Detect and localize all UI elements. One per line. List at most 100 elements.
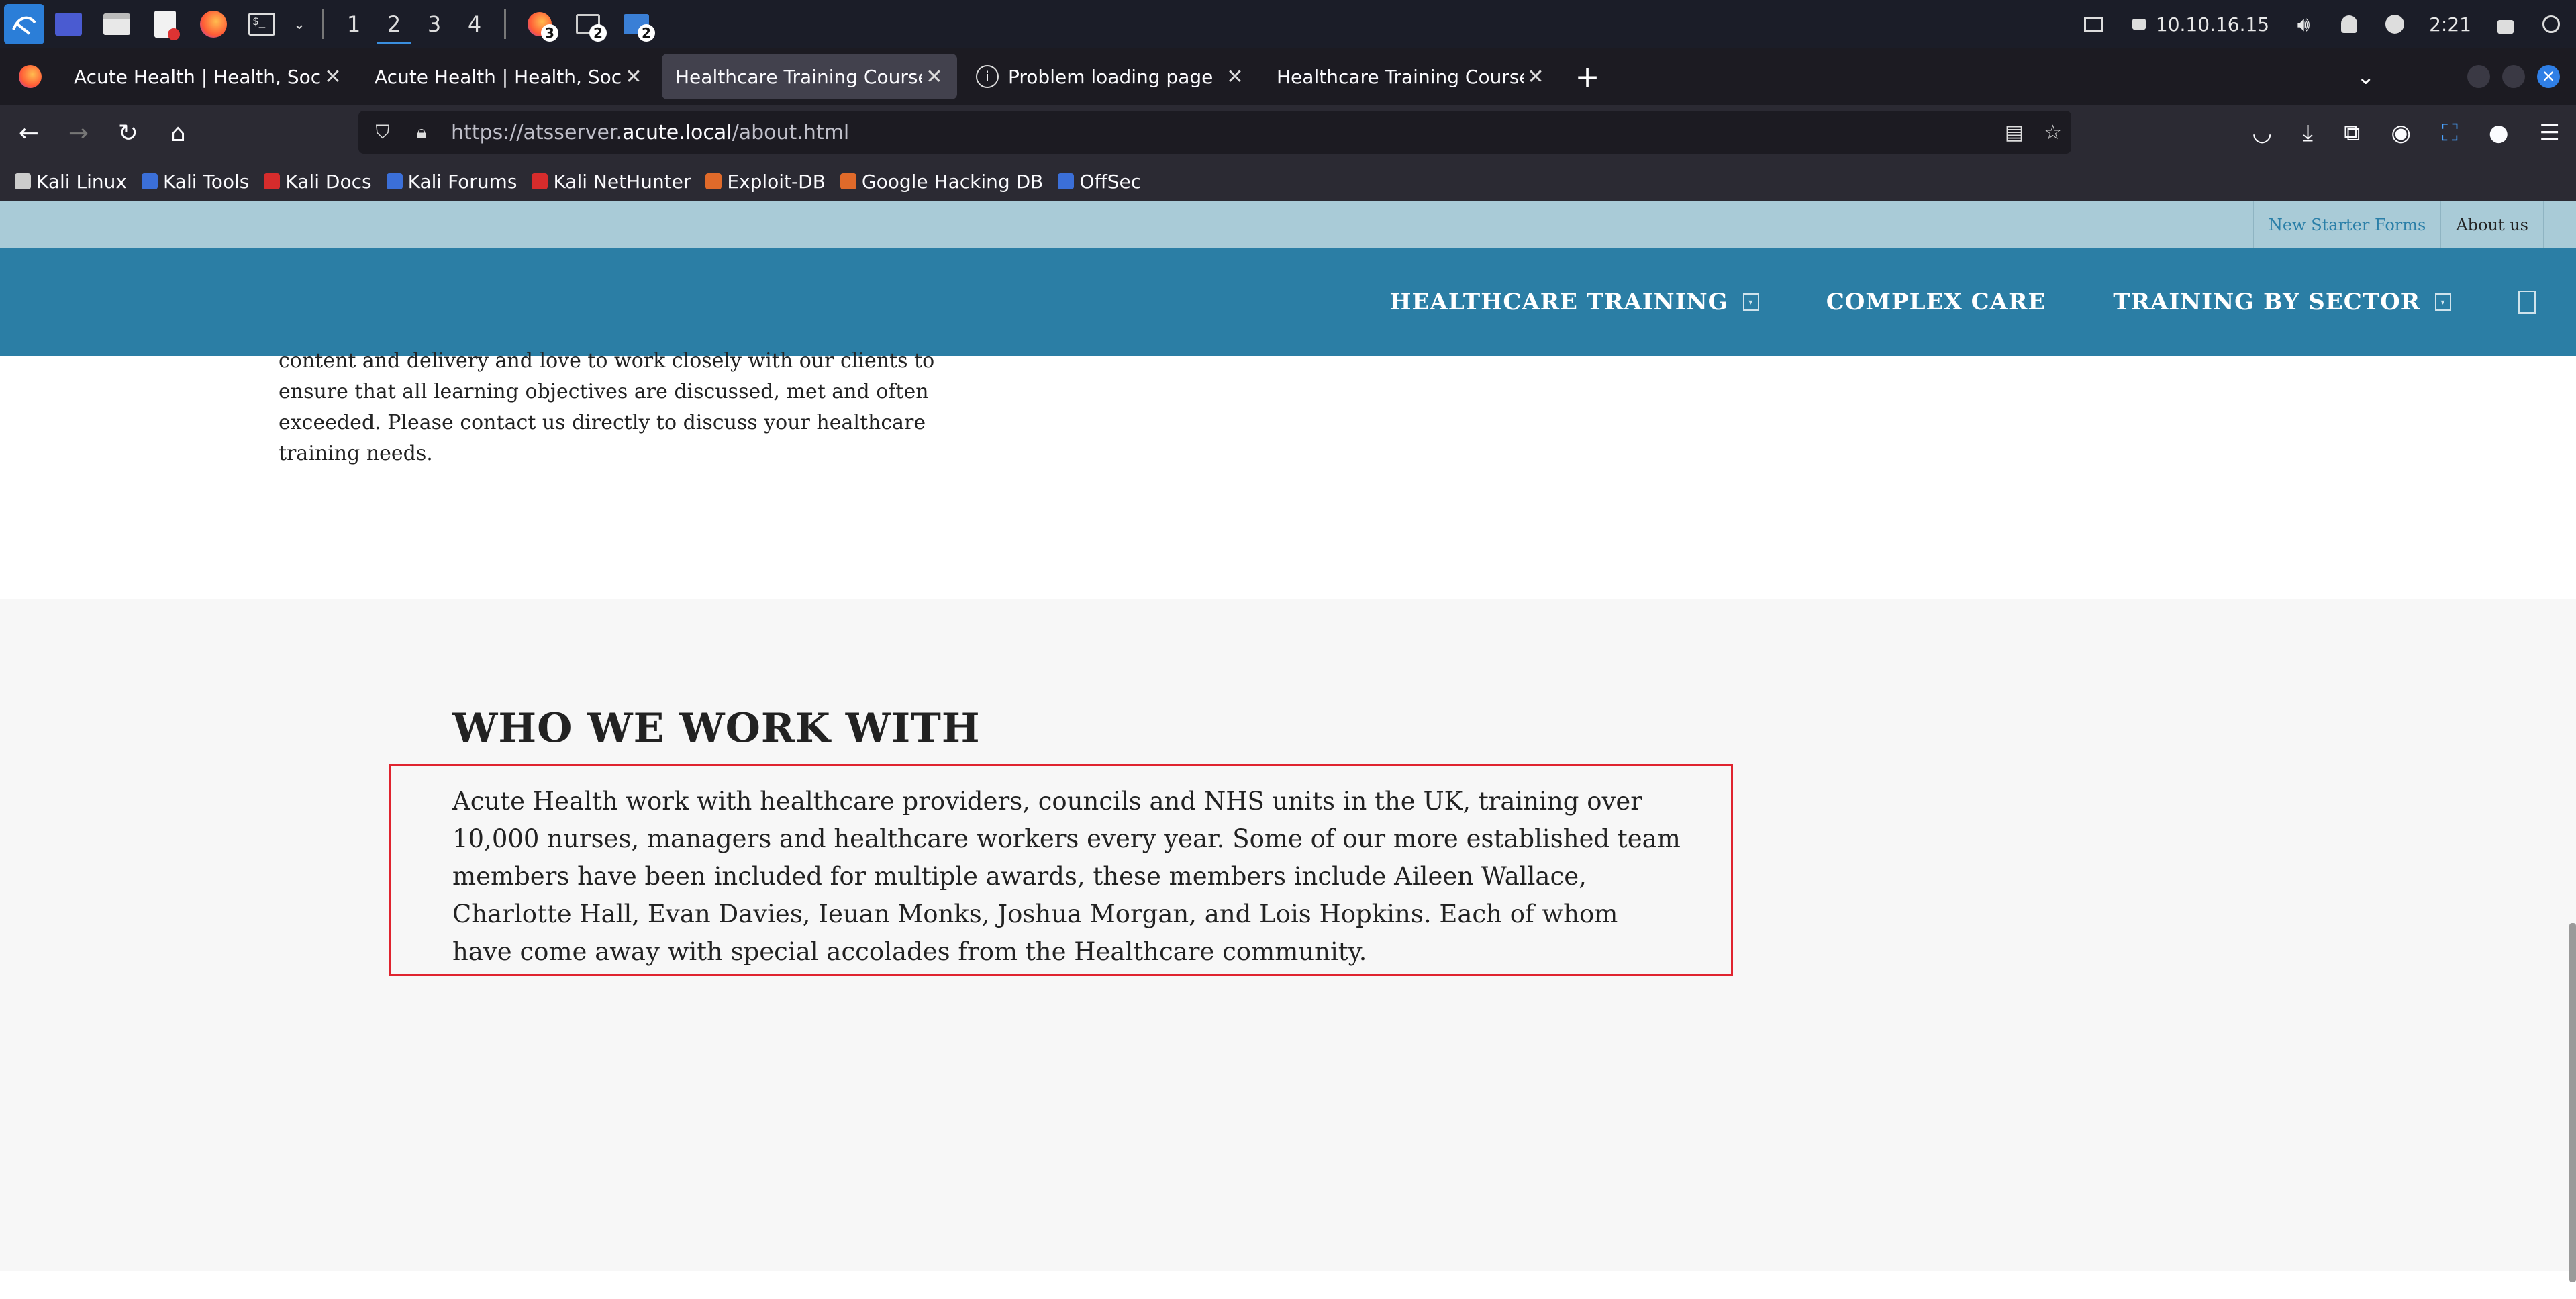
window-count-badge: 2: [638, 24, 655, 42]
pocket-icon[interactable]: ◡: [2252, 119, 2272, 146]
url-bar[interactable]: ⛉ 🔒︎ https://atsserver.acute.local/about…: [358, 111, 2071, 154]
bookmark-label: Exploit-DB: [727, 170, 826, 193]
bookmark-label: Kali Tools: [162, 170, 250, 193]
bookmark-label: Kali Linux: [36, 170, 127, 193]
file-manager-icon[interactable]: [98, 5, 136, 43]
account-icon[interactable]: ●: [2489, 119, 2509, 146]
volume-icon[interactable]: 🔊︎: [2292, 13, 2315, 36]
bookmark-item[interactable]: Kali Forums: [386, 171, 517, 193]
firefox-window-group-icon[interactable]: 3: [521, 5, 558, 43]
update-icon[interactable]: [2383, 13, 2406, 36]
new-tab-button[interactable]: +: [1564, 54, 1611, 99]
nav-label: TRAINING BY SECTOR: [2113, 289, 2420, 316]
bookmark-item[interactable]: Kali Linux: [15, 171, 127, 193]
tab-title: Acute Health | Health, Social: [375, 65, 622, 88]
terminal-icon[interactable]: $_: [243, 5, 281, 43]
firefox-view-icon[interactable]: [0, 48, 60, 105]
shield-icon[interactable]: ⛉: [368, 117, 397, 147]
browser-tab[interactable]: Acute Health | Health, Social ✕: [361, 54, 656, 99]
about-us-link[interactable]: About us: [2440, 201, 2544, 248]
scrollbar-thumb[interactable]: [2569, 923, 2576, 1282]
workspace-4[interactable]: 4: [454, 0, 495, 48]
bookmark-icon: [264, 173, 281, 189]
bookmark-item[interactable]: Kali Tools: [141, 170, 250, 193]
power-icon[interactable]: [2540, 13, 2563, 36]
container-icon[interactable]: ◉: [2391, 119, 2411, 146]
vpn-status[interactable]: 10.10.16.15: [2128, 13, 2269, 36]
forward-button[interactable]: →: [58, 112, 99, 154]
bookmark-label: OffSec: [1079, 170, 1142, 193]
bookmark-icon: [705, 173, 722, 189]
site-top-bar: New Starter Forms About us: [0, 201, 2576, 248]
chevron-down-icon[interactable]: ⌄: [291, 5, 307, 43]
nav-label: HEALTHCARE TRAINING: [1389, 289, 1728, 316]
list-all-tabs-icon[interactable]: ⌄: [2357, 64, 2375, 89]
who-we-work-with-paragraph: Acute Health work with healthcare provid…: [452, 787, 1681, 966]
dropdown-icon[interactable]: ▾: [2435, 293, 2451, 311]
menu-icon[interactable]: ☰: [2540, 119, 2560, 146]
text-editor-icon[interactable]: [146, 5, 184, 43]
bookmark-icon: [141, 173, 158, 189]
bookmark-item[interactable]: Exploit-DB: [705, 171, 826, 193]
bookmark-star-icon[interactable]: ☆: [2044, 121, 2062, 144]
workspace-1[interactable]: 1: [334, 0, 374, 48]
url-path: /about.html: [732, 120, 850, 144]
vpn-lock-icon: [2128, 13, 2150, 36]
home-button[interactable]: ⌂: [157, 112, 199, 154]
more-menu-icon[interactable]: [2518, 291, 2536, 314]
minimize-button[interactable]: [2467, 65, 2490, 88]
nav-label: COMPLEX CARE: [1826, 289, 2046, 316]
downloads-icon[interactable]: ⤓: [2303, 119, 2313, 146]
workspace-2[interactable]: 2: [374, 0, 414, 48]
maximize-button[interactable]: [2502, 65, 2525, 88]
bookmark-label: Kali NetHunter: [553, 170, 691, 193]
page-footer-edge: [0, 1271, 2576, 1299]
nav-healthcare-training[interactable]: HEALTHCARE TRAINING ▾: [1389, 289, 1759, 316]
clock[interactable]: 2:21: [2429, 13, 2471, 36]
close-window-button[interactable]: ✕: [2537, 65, 2560, 88]
terminal-window-group-icon[interactable]: 2: [569, 5, 607, 43]
tab-close-icon[interactable]: ✕: [1223, 65, 1247, 89]
tab-close-icon[interactable]: ✕: [1524, 65, 1548, 89]
lock-screen-icon[interactable]: [2494, 13, 2517, 36]
display-icon[interactable]: [2082, 13, 2105, 36]
screenshot-icon[interactable]: ⛶: [2442, 119, 2458, 146]
lock-icon[interactable]: 🔒︎: [407, 117, 436, 147]
bookmark-icon: [1058, 173, 1075, 189]
files-window-group-icon[interactable]: 2: [617, 5, 655, 43]
extensions-icon[interactable]: ⧉: [2344, 119, 2360, 146]
browser-tab[interactable]: Healthcare Training Courses ✕: [1263, 54, 1558, 99]
url-text[interactable]: https://atsserver.acute.local/about.html: [451, 121, 849, 144]
reload-button[interactable]: ↻: [107, 112, 149, 154]
tab-title: Acute Health | Health, Social: [74, 65, 321, 88]
window-count-badge: 3: [541, 24, 558, 42]
workspace-3[interactable]: 3: [414, 0, 454, 48]
bookmark-item[interactable]: OffSec: [1058, 171, 1141, 193]
section-heading: WHO WE WORK WITH: [452, 705, 981, 752]
new-starter-forms-link[interactable]: New Starter Forms: [2252, 201, 2441, 248]
reader-view-icon[interactable]: ▤: [2005, 121, 2024, 144]
firefox-icon[interactable]: [195, 5, 232, 43]
browser-tab[interactable]: Acute Health | Health, Social ✕: [60, 54, 356, 99]
kali-menu-icon[interactable]: [4, 4, 44, 44]
nav-training-by-sector[interactable]: TRAINING BY SECTOR ▾: [2113, 289, 2451, 316]
nav-complex-care[interactable]: COMPLEX CARE: [1826, 289, 2046, 316]
tab-close-icon[interactable]: ✕: [321, 65, 345, 89]
bookmark-item[interactable]: Kali Docs: [264, 171, 372, 193]
back-button[interactable]: ←: [8, 112, 50, 154]
desktop-icon[interactable]: [50, 5, 87, 43]
bookmark-item[interactable]: Google Hacking DB: [840, 171, 1043, 193]
bookmark-item[interactable]: Kali NetHunter: [532, 171, 691, 193]
notification-bell-icon[interactable]: [2338, 13, 2361, 36]
url-scheme: https://atsserver.: [451, 120, 623, 144]
taskbar-separator: [504, 9, 506, 39]
dropdown-icon[interactable]: ▾: [1742, 293, 1759, 311]
tab-close-icon[interactable]: ✕: [622, 65, 646, 89]
bookmark-label: Google Hacking DB: [861, 170, 1044, 193]
site-main-nav: HEALTHCARE TRAINING ▾ COMPLEX CARE TRAIN…: [0, 248, 2576, 356]
browser-tab[interactable]: i Problem loading page ✕: [962, 54, 1258, 99]
tab-close-icon[interactable]: ✕: [922, 65, 946, 89]
browser-tab-active[interactable]: Healthcare Training Courses ✕: [662, 54, 957, 99]
window-count-badge: 2: [589, 24, 607, 42]
tab-title: Healthcare Training Courses: [1277, 65, 1524, 88]
